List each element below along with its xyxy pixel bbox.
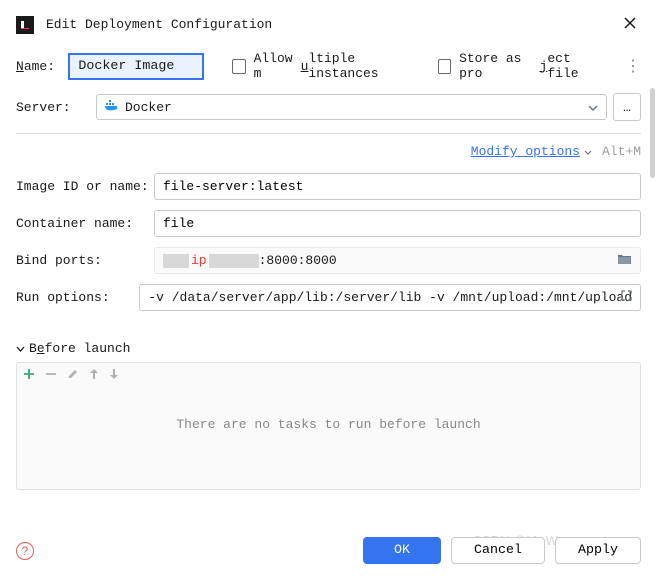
cancel-button[interactable]: Cancel — [451, 537, 545, 564]
before-launch-header[interactable]: Before launch — [16, 341, 641, 356]
scrollbar[interactable] — [650, 88, 655, 178]
checkbox-icon — [232, 59, 245, 74]
close-button[interactable] — [619, 12, 641, 37]
apply-button[interactable]: Apply — [555, 537, 641, 564]
docker-icon — [105, 99, 119, 115]
chevron-down-icon — [16, 341, 25, 356]
redacted-block — [163, 254, 189, 268]
server-browse-button[interactable]: … — [613, 93, 641, 121]
bind-ports-row: Bind ports: ip :8000:8000 — [16, 247, 641, 274]
checkbox-icon — [438, 59, 451, 74]
name-input[interactable] — [68, 53, 204, 80]
bind-ports-input[interactable]: ip :8000:8000 — [154, 247, 641, 274]
image-id-row: Image ID or name: — [16, 173, 641, 200]
run-options-row: Run options: -v /data/server/app/lib:/se… — [16, 284, 641, 311]
expand-icon[interactable] — [621, 290, 632, 305]
chevron-down-icon — [584, 144, 592, 159]
task-toolbar — [17, 363, 640, 387]
server-label: Server: — [16, 100, 96, 115]
empty-tasks-text: There are no tasks to run before launch — [17, 417, 640, 432]
help-icon[interactable]: ? — [16, 542, 34, 560]
name-label: Name: — [16, 59, 68, 74]
server-value: Docker — [125, 100, 588, 115]
image-id-label: Image ID or name: — [16, 179, 154, 194]
divider — [16, 133, 641, 134]
titlebar: Edit Deployment Configuration — [0, 0, 657, 47]
kebab-menu-icon[interactable]: ⋮ — [625, 56, 641, 76]
move-up-icon[interactable] — [89, 367, 99, 383]
redacted-block — [209, 254, 259, 268]
store-project-checkbox[interactable]: Store as project file — [438, 51, 601, 81]
before-launch-tasks: There are no tasks to run before launch — [16, 362, 641, 490]
modify-options-row: Modify options Alt+M — [16, 144, 641, 159]
footer: ? OK Cancel Apply — [0, 523, 657, 578]
folder-icon[interactable] — [617, 253, 632, 269]
chevron-down-icon — [588, 100, 598, 115]
shortcut-hint: Alt+M — [602, 144, 641, 159]
bind-ports-suffix: :8000:8000 — [259, 253, 337, 268]
edit-task-icon[interactable] — [67, 367, 79, 383]
add-task-icon[interactable] — [23, 367, 35, 383]
dialog-title: Edit Deployment Configuration — [46, 17, 619, 32]
modify-options-link[interactable]: Modify options — [471, 144, 580, 159]
move-down-icon[interactable] — [109, 367, 119, 383]
server-row: Server: Docker … — [16, 93, 641, 121]
name-row: Name: Allow multiple instances Store as … — [16, 51, 641, 81]
bind-ports-label: Bind ports: — [16, 253, 154, 268]
ip-text: ip — [189, 253, 209, 268]
container-name-row: Container name: — [16, 210, 641, 237]
container-name-label: Container name: — [16, 216, 154, 231]
allow-multiple-checkbox[interactable]: Allow multiple instances — [232, 51, 416, 81]
app-icon — [16, 16, 34, 34]
server-select[interactable]: Docker — [96, 94, 607, 120]
run-options-input[interactable]: -v /data/server/app/lib:/server/lib -v /… — [139, 284, 641, 311]
container-name-input[interactable] — [154, 210, 641, 237]
content-area: Name: Allow multiple instances Store as … — [0, 47, 657, 490]
run-options-label: Run options: — [16, 290, 139, 305]
run-options-value: -v /data/server/app/lib:/server/lib -v /… — [148, 290, 632, 305]
remove-task-icon[interactable] — [45, 367, 57, 383]
image-id-input[interactable] — [154, 173, 641, 200]
ok-button[interactable]: OK — [363, 537, 441, 564]
